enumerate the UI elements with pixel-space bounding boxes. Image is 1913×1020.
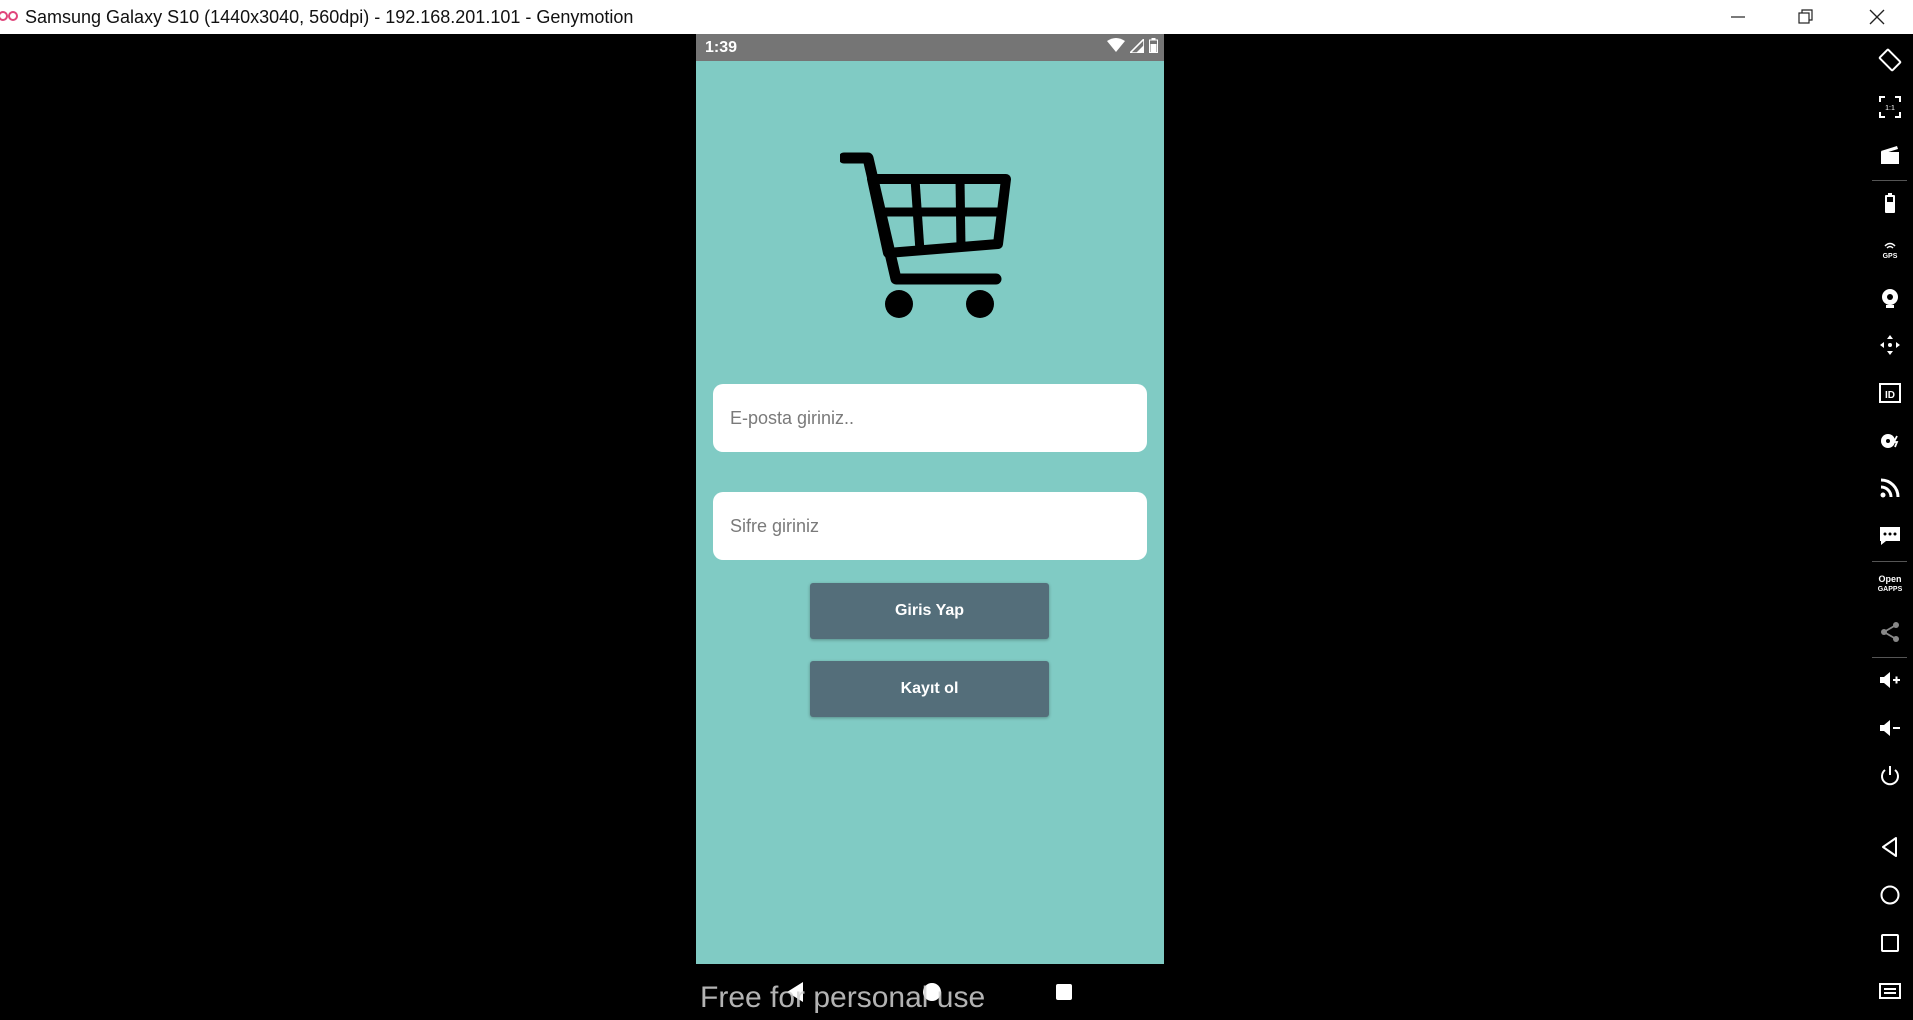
watermark-text: Free for personal use <box>700 981 986 1014</box>
phone-sms-icon <box>1880 527 1900 545</box>
email-input[interactable] <box>713 384 1147 452</box>
power-icon <box>1881 766 1899 786</box>
back-button[interactable] <box>1870 829 1910 865</box>
volume-up-icon <box>1880 672 1900 688</box>
recent-apps-icon <box>1881 934 1899 952</box>
battery-icon <box>1149 38 1158 58</box>
restore-icon <box>1798 9 1813 24</box>
recent-apps-button[interactable] <box>1870 925 1910 961</box>
home-button[interactable] <box>1870 877 1910 913</box>
android-nav-bar: Free for personal use <box>696 964 1164 1020</box>
network-icon <box>1880 478 1900 498</box>
register-button[interactable]: Kayıt ol <box>810 661 1049 717</box>
volume-down-icon <box>1880 720 1900 736</box>
capture-button[interactable] <box>1870 137 1910 173</box>
disk-io-icon <box>1881 434 1899 448</box>
emulator-toolbar: 1:1 GPS ID Open GAPPS <box>1866 34 1913 1020</box>
wifi-icon <box>1107 38 1125 58</box>
share-button[interactable] <box>1870 614 1910 650</box>
window-title-bar: Samsung Galaxy S10 (1440x3040, 560dpi) -… <box>0 0 1913 34</box>
genymotion-logo-icon <box>0 11 18 21</box>
login-button[interactable]: Giris Yap <box>810 583 1049 639</box>
camera-icon <box>1882 289 1898 308</box>
dpad-button[interactable] <box>1870 327 1910 363</box>
restore-button[interactable] <box>1777 0 1835 34</box>
window-title: Samsung Galaxy S10 (1440x3040, 560dpi) -… <box>25 7 634 27</box>
gps-icon: GPS <box>1883 242 1898 260</box>
back-icon <box>1882 837 1897 857</box>
email-field[interactable] <box>713 384 1147 452</box>
share-icon <box>1881 622 1899 642</box>
rotate-button[interactable] <box>1870 42 1910 78</box>
shopping-cart-icon <box>840 152 1011 318</box>
home-icon <box>1880 885 1900 905</box>
battery-icon <box>1885 193 1895 213</box>
power-button[interactable] <box>1870 758 1910 794</box>
disk-io-button[interactable] <box>1870 423 1910 459</box>
minimize-button[interactable] <box>1709 0 1767 34</box>
menu-icon <box>1879 983 1901 999</box>
pixel-perfect-button[interactable]: 1:1 <box>1870 89 1910 125</box>
identifiers-icon: ID <box>1879 383 1901 403</box>
svg-text:ID: ID <box>1885 390 1895 401</box>
status-time: 1:39 <box>705 39 738 56</box>
camera-button[interactable] <box>1870 280 1910 316</box>
dpad-icon <box>1880 335 1900 355</box>
pixel-perfect-icon: 1:1 <box>1879 96 1901 118</box>
signal-icon <box>1128 36 1145 58</box>
password-input[interactable] <box>713 492 1147 560</box>
minimize-icon <box>1731 16 1745 18</box>
identifiers-button[interactable]: ID <box>1870 375 1910 411</box>
gps-button[interactable]: GPS <box>1870 232 1910 268</box>
status-icons <box>1107 36 1158 58</box>
rotate-icon <box>1878 48 1902 72</box>
battery-button[interactable] <box>1870 185 1910 221</box>
nav-recents-icon[interactable] <box>1056 984 1072 1000</box>
network-button[interactable] <box>1870 470 1910 506</box>
password-field[interactable] <box>713 492 1147 560</box>
phone-sms-button[interactable] <box>1870 518 1910 554</box>
volume-up-button[interactable] <box>1870 662 1910 698</box>
close-button[interactable] <box>1848 0 1906 34</box>
open-gapps-button[interactable]: Open GAPPS <box>1870 566 1910 602</box>
capture-icon <box>1881 146 1899 164</box>
menu-button[interactable] <box>1870 972 1910 1008</box>
svg-text:GPS: GPS <box>1883 253 1898 260</box>
open-gapps-icon: Open GAPPS <box>1877 573 1903 593</box>
svg-text:1:1: 1:1 <box>1885 105 1895 112</box>
status-bar: 1:39 <box>696 34 1164 61</box>
device-screen: 1:39 Giris Yap Kayıt ol <box>696 34 1164 964</box>
close-icon <box>1869 9 1885 25</box>
volume-down-button[interactable] <box>1870 710 1910 746</box>
